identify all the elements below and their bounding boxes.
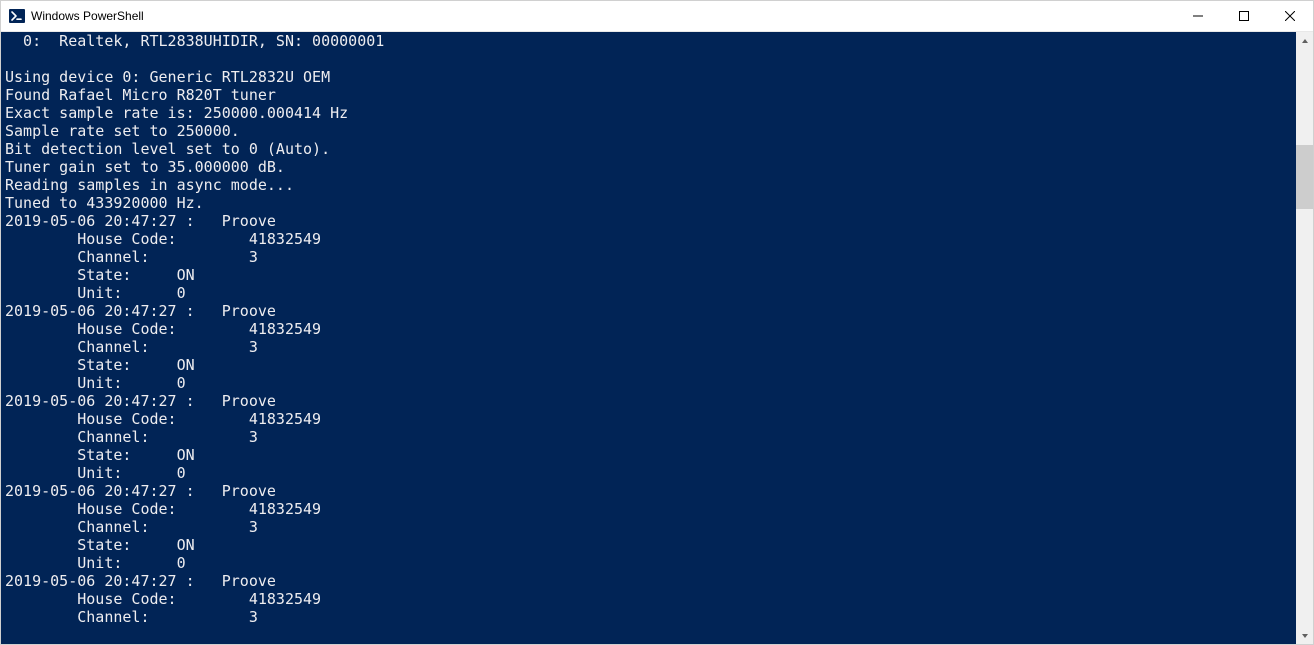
terminal-area: 0: Realtek, RTL2838UHIDIR, SN: 00000001 … [1, 32, 1313, 644]
window-title: Windows PowerShell [31, 9, 1175, 23]
titlebar: Windows PowerShell [1, 1, 1313, 32]
vertical-scrollbar[interactable] [1296, 32, 1313, 644]
terminal-output[interactable]: 0: Realtek, RTL2838UHIDIR, SN: 00000001 … [1, 32, 1296, 644]
powershell-icon [9, 8, 25, 24]
scroll-up-arrow-icon[interactable] [1296, 32, 1313, 49]
close-button[interactable] [1267, 1, 1313, 31]
window-controls [1175, 1, 1313, 31]
scroll-thumb[interactable] [1296, 145, 1313, 209]
scroll-track[interactable] [1296, 49, 1313, 627]
scroll-down-arrow-icon[interactable] [1296, 627, 1313, 644]
minimize-button[interactable] [1175, 1, 1221, 31]
maximize-button[interactable] [1221, 1, 1267, 31]
